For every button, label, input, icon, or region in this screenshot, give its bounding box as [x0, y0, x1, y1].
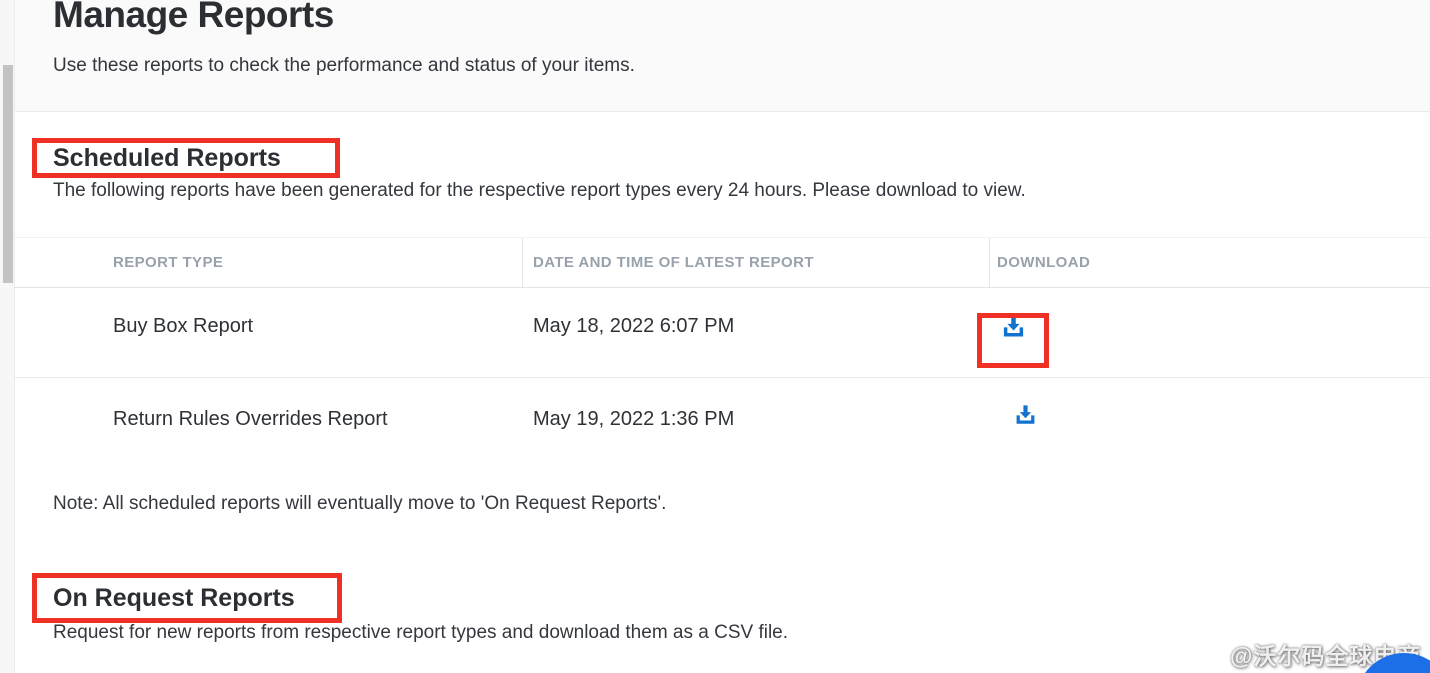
report-date-cell: May 19, 2022 1:36 PM [533, 408, 734, 431]
page-header: Manage Reports Use these reports to chec… [15, 0, 1430, 112]
table-row-return-rules: Return Rules Overrides Report May 19, 20… [15, 378, 1430, 470]
page-subtitle: Use these reports to check the performan… [53, 52, 635, 79]
report-type-cell: Buy Box Report [113, 315, 253, 338]
annotation-box-download-button [977, 313, 1049, 368]
scheduled-reports-heading: Scheduled Reports [37, 146, 281, 171]
column-divider [522, 238, 523, 287]
column-header-report-type: REPORT TYPE [113, 254, 223, 271]
report-type-cell: Return Rules Overrides Report [113, 408, 388, 431]
scheduled-reports-note: Note: All scheduled reports will eventua… [53, 491, 666, 517]
column-header-download: DOWNLOAD [997, 254, 1090, 271]
scheduled-reports-table: REPORT TYPE DATE AND TIME OF LATEST REPO… [15, 237, 1430, 470]
left-scrollbar[interactable] [0, 0, 15, 673]
on-request-reports-description: Request for new reports from respective … [53, 620, 788, 646]
page-title: Manage Reports [53, 0, 334, 38]
annotation-box-scheduled-heading: Scheduled Reports [32, 138, 340, 178]
download-button[interactable] [1013, 402, 1038, 427]
table-header-row: REPORT TYPE DATE AND TIME OF LATEST REPO… [15, 237, 1430, 288]
on-request-reports-heading: On Request Reports [37, 586, 295, 611]
download-icon [1013, 415, 1038, 430]
table-row-buy-box: Buy Box Report May 18, 2022 6:07 PM [15, 287, 1430, 378]
column-divider [989, 238, 990, 287]
manage-reports-page: Manage Reports Use these reports to chec… [0, 0, 1430, 673]
report-date-cell: May 18, 2022 6:07 PM [533, 315, 734, 338]
annotation-box-on-request-heading: On Request Reports [32, 573, 342, 623]
scrollbar-thumb[interactable] [3, 65, 13, 283]
scheduled-reports-description: The following reports have been generate… [53, 178, 1026, 204]
column-header-date: DATE AND TIME OF LATEST REPORT [533, 254, 814, 271]
